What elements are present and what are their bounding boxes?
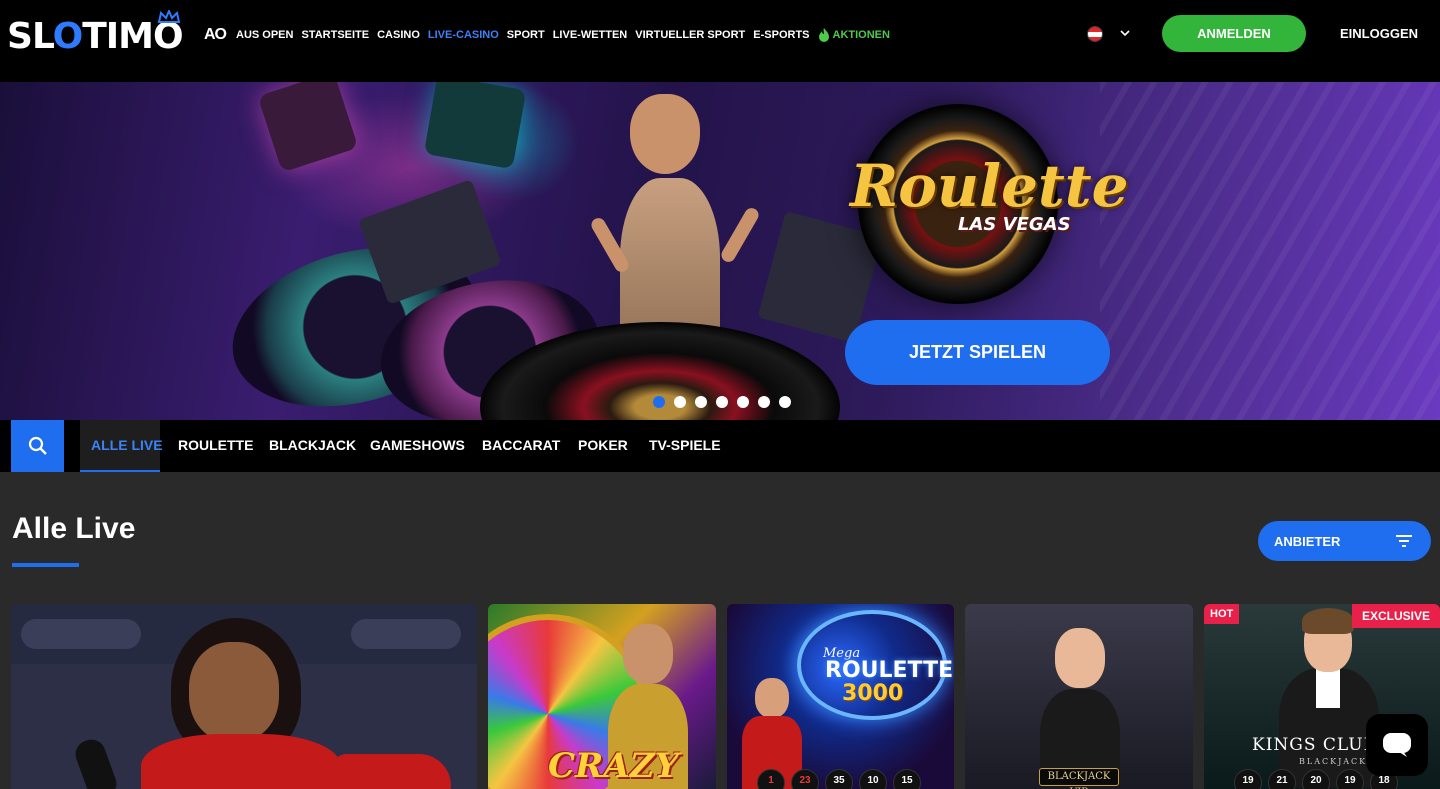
register-button[interactable]: ANMELDEN bbox=[1162, 15, 1306, 52]
carousel-dot[interactable] bbox=[758, 396, 770, 408]
airplane-image bbox=[331, 754, 451, 789]
result-number: 19 bbox=[1336, 769, 1364, 789]
nav-sport[interactable]: SPORT bbox=[507, 29, 545, 41]
roulette-logo-title: Roulette bbox=[850, 152, 1129, 220]
provider-filter-label: ANBIETER bbox=[1274, 533, 1341, 549]
table-sign: BLACKJACK VIP bbox=[1039, 768, 1119, 789]
game-tile-mega-roulette-3000[interactable]: Mega ROULETTE 3000 1 23 35 10 15 bbox=[727, 604, 954, 789]
result-number: 10 bbox=[859, 769, 887, 789]
presenter-image bbox=[141, 734, 341, 789]
recent-results: 1 23 35 10 15 bbox=[757, 769, 921, 789]
carousel-dot[interactable] bbox=[716, 396, 728, 408]
carousel-dot[interactable] bbox=[779, 396, 791, 408]
chevron-down-icon[interactable] bbox=[1119, 27, 1131, 39]
game-logo-subtitle: BLACKJACK bbox=[1299, 757, 1368, 766]
nav-aktionen-label: AKTIONEN bbox=[832, 29, 890, 41]
nav-casino[interactable]: CASINO bbox=[377, 29, 420, 41]
nav-startseite[interactable]: STARTSEITE bbox=[301, 29, 369, 41]
tab-roulette[interactable]: ROULETTE bbox=[178, 437, 253, 453]
carousel-dot[interactable] bbox=[653, 396, 665, 408]
filter-icon bbox=[1396, 535, 1412, 547]
game-tile-crazy-time[interactable]: CRAZY bbox=[488, 604, 716, 789]
carousel-dots bbox=[653, 396, 791, 408]
result-number: 20 bbox=[1302, 769, 1330, 789]
tab-poker[interactable]: POKER bbox=[578, 437, 628, 453]
search-icon bbox=[28, 436, 47, 455]
carousel-dot[interactable] bbox=[737, 396, 749, 408]
nav-virtueller-sport[interactable]: VIRTUELLER SPORT bbox=[635, 29, 745, 41]
game-tile-aviator-live[interactable] bbox=[11, 604, 477, 789]
nav-live-casino[interactable]: LIVE-CASINO bbox=[428, 29, 499, 41]
result-number: 23 bbox=[791, 769, 819, 789]
roulette-logo-subtitle: LAS VEGAS bbox=[958, 214, 1071, 235]
nav-live-wetten[interactable]: LIVE-WETTEN bbox=[553, 29, 628, 41]
site-header: SLOTIMO AO AUS OPEN STARTSEITE CASINO LI… bbox=[0, 0, 1440, 82]
game-tile-blackjack-vip[interactable]: BLACKJACK VIP bbox=[965, 604, 1193, 789]
ao-logo-icon[interactable]: AO bbox=[204, 26, 227, 44]
search-button[interactable] bbox=[11, 420, 64, 472]
provider-filter-button[interactable]: ANBIETER bbox=[1258, 521, 1431, 561]
main-nav: AO AUS OPEN STARTSEITE CASINO LIVE-CASIN… bbox=[204, 26, 890, 44]
game-logo-title: KINGS CLUB bbox=[1252, 735, 1378, 755]
result-number: 1 bbox=[757, 769, 785, 789]
result-number: 19 bbox=[1234, 769, 1262, 789]
nav-e-sports[interactable]: E-SPORTS bbox=[753, 29, 809, 41]
result-number: 35 bbox=[825, 769, 853, 789]
dealer-image bbox=[1025, 614, 1135, 789]
tab-alle-live[interactable]: ALLE LIVE bbox=[91, 437, 163, 453]
slotimo-logo[interactable]: SLOTIMO bbox=[7, 10, 184, 60]
play-now-button[interactable]: JETZT SPIELEN bbox=[845, 320, 1110, 385]
live-chat-button[interactable] bbox=[1366, 714, 1428, 776]
result-number: 21 bbox=[1268, 769, 1296, 789]
section-title-underline bbox=[12, 563, 79, 567]
exclusive-badge: EXCLUSIVE bbox=[1351, 604, 1440, 628]
login-button[interactable]: EINLOGGEN bbox=[1340, 26, 1418, 41]
banner-light-stripes bbox=[1100, 82, 1440, 420]
austria-flag-icon[interactable] bbox=[1087, 26, 1103, 42]
presenter-image bbox=[189, 642, 279, 742]
tab-tv-spiele[interactable]: TV-SPIELE bbox=[649, 437, 721, 453]
hot-badge: HOT bbox=[1204, 604, 1240, 624]
microphone-image bbox=[71, 735, 121, 789]
cloud-decoration bbox=[21, 619, 141, 649]
cloud-decoration bbox=[351, 619, 461, 649]
category-bar: ALLE LIVE ROULETTE BLACKJACK GAMESHOWS B… bbox=[0, 420, 1440, 472]
flame-icon bbox=[818, 28, 829, 42]
tab-baccarat[interactable]: BACCARAT bbox=[482, 437, 560, 453]
game-logo-title: ROULETTE bbox=[825, 658, 954, 683]
promo-banner[interactable]: Roulette LAS VEGAS JETZT SPIELEN bbox=[0, 82, 1440, 420]
dice-decoration bbox=[423, 82, 527, 170]
crown-icon bbox=[157, 10, 181, 23]
section-title: Alle Live bbox=[12, 512, 136, 545]
carousel-dot[interactable] bbox=[695, 396, 707, 408]
carousel-dot[interactable] bbox=[674, 396, 686, 408]
game-logo-number: 3000 bbox=[842, 681, 904, 706]
nav-aktionen[interactable]: AKTIONEN bbox=[818, 28, 890, 42]
game-logo-title: CRAZY bbox=[548, 746, 679, 786]
tab-blackjack[interactable]: BLACKJACK bbox=[269, 437, 356, 453]
tab-gameshows[interactable]: GAMESHOWS bbox=[370, 437, 465, 453]
nav-aus-open[interactable]: AUS OPEN bbox=[236, 29, 293, 41]
chat-bubble-icon bbox=[1383, 733, 1411, 757]
result-number: 15 bbox=[893, 769, 921, 789]
